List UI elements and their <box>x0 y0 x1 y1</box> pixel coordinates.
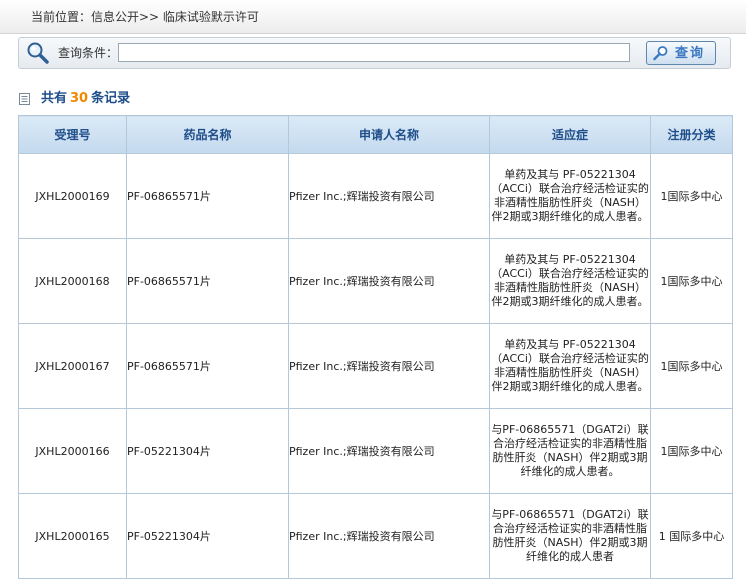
results-table: 受理号 药品名称 申请人名称 适应症 注册分类 JXHL2000169 PF-0… <box>18 115 733 579</box>
search-input[interactable] <box>118 43 630 62</box>
header-drug-name: 药品名称 <box>126 115 289 154</box>
header-indication: 适应症 <box>489 115 651 154</box>
cell-indication: 与PF-06865571（DGAT2i）联合治疗经活检证实的非酒精性脂肪性肝炎（… <box>489 493 651 579</box>
cell-category: 1国际多中心 <box>650 153 733 239</box>
cell-category: 1国际多中心 <box>650 323 733 409</box>
cell-applicant: Pfizer Inc.;辉瑞投资有限公司 <box>288 323 490 409</box>
table-header-row: 受理号 药品名称 申请人名称 适应症 注册分类 <box>18 115 733 154</box>
cell-applicant: Pfizer Inc.;辉瑞投资有限公司 <box>288 153 490 239</box>
record-suffix: 条记录 <box>91 91 131 106</box>
cell-category: 1 国际多中心 <box>650 493 733 579</box>
table-row[interactable]: JXHL2000167 PF-06865571片 Pfizer Inc.;辉瑞投… <box>18 323 733 409</box>
cell-drug-name: PF-05221304片 <box>126 408 289 494</box>
cell-category: 1国际多中心 <box>650 408 733 494</box>
cell-accept-no: JXHL2000166 <box>18 408 127 494</box>
cell-applicant: Pfizer Inc.;辉瑞投资有限公司 <box>288 493 490 579</box>
cell-applicant: Pfizer Inc.;辉瑞投资有限公司 <box>288 238 490 324</box>
cell-drug-name: PF-06865571片 <box>126 323 289 409</box>
table-row[interactable]: JXHL2000166 PF-05221304片 Pfizer Inc.;辉瑞投… <box>18 408 733 494</box>
list-icon <box>19 93 30 105</box>
table-row[interactable]: JXHL2000169 PF-06865571片 Pfizer Inc.;辉瑞投… <box>18 153 733 239</box>
table-row[interactable]: JXHL2000165 PF-05221304片 Pfizer Inc.;辉瑞投… <box>18 493 733 579</box>
cell-applicant: Pfizer Inc.;辉瑞投资有限公司 <box>288 408 490 494</box>
search-button[interactable]: 查询 <box>646 41 716 65</box>
cell-accept-no: JXHL2000167 <box>18 323 127 409</box>
cell-accept-no: JXHL2000168 <box>18 238 127 324</box>
record-count: 30 <box>70 91 89 106</box>
cell-indication: 单药及其与 PF-05221304（ACCi）联合治疗经活检证实的非酒精性脂肪性… <box>489 238 651 324</box>
cell-accept-no: JXHL2000169 <box>18 153 127 239</box>
cell-category: 1国际多中心 <box>650 238 733 324</box>
search-label: 查询条件： <box>58 46 119 60</box>
search-bar: 查询条件： 查询 <box>18 37 731 69</box>
magnifier-icon <box>26 41 50 65</box>
search-icon <box>653 46 668 61</box>
search-button-label: 查询 <box>675 45 706 60</box>
cell-indication: 单药及其与 PF-05221304（ACCi）联合治疗经活检证实的非酒精性脂肪性… <box>489 153 651 239</box>
cell-drug-name: PF-05221304片 <box>126 493 289 579</box>
cell-indication: 单药及其与 PF-05221304（ACCi）联合治疗经活检证实的非酒精性脂肪性… <box>489 323 651 409</box>
record-prefix: 共有 <box>41 91 68 106</box>
breadcrumb: 当前位置：信息公开>> 临床试验默示许可 <box>0 0 746 34</box>
cell-accept-no: JXHL2000165 <box>18 493 127 579</box>
table-row[interactable]: JXHL2000168 PF-06865571片 Pfizer Inc.;辉瑞投… <box>18 238 733 324</box>
cell-drug-name: PF-06865571片 <box>126 238 289 324</box>
header-accept-no: 受理号 <box>18 115 127 154</box>
record-count-text: 共有 30 条记录 <box>41 89 130 109</box>
header-applicant: 申请人名称 <box>288 115 490 154</box>
cell-indication: 与PF-06865571（DGAT2i）联合治疗经活检证实的非酒精性脂肪性肝炎（… <box>489 408 651 494</box>
header-category: 注册分类 <box>650 115 733 154</box>
cell-drug-name: PF-06865571片 <box>126 153 289 239</box>
